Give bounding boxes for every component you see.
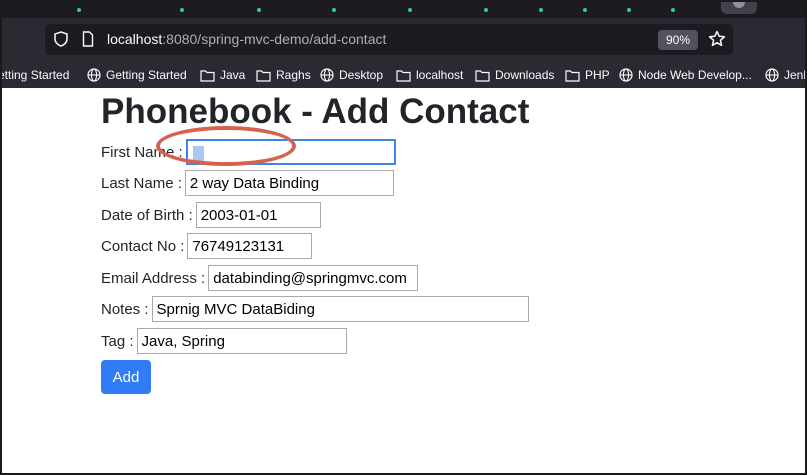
- date-of-birth-input[interactable]: [195, 202, 321, 228]
- page-title: Phonebook - Add Contact: [101, 92, 530, 131]
- bookmark-item[interactable]: Java: [200, 62, 245, 88]
- bookmark-item[interactable]: Getting Started: [87, 62, 187, 88]
- bookmark-label: PHP: [585, 68, 610, 82]
- globe-icon: [87, 68, 101, 82]
- globe-icon: [619, 68, 633, 82]
- bookmark-item[interactable]: etting Started: [0, 62, 70, 88]
- tag-input[interactable]: [136, 328, 347, 354]
- folder-icon: [565, 69, 580, 82]
- text-selection-highlight: [193, 146, 204, 163]
- screenshot-frame: localhost:8080/spring-mvc-demo/add-conta…: [0, 0, 807, 475]
- zoom-level-badge[interactable]: 90%: [658, 30, 698, 50]
- globe-icon: [765, 68, 779, 82]
- contact-no-label: Contact No :: [101, 237, 185, 255]
- url-path: :8080/spring-mvc-demo/add-contact: [162, 31, 387, 47]
- last-name-input[interactable]: [184, 170, 394, 196]
- shield-icon[interactable]: [54, 31, 68, 47]
- bookmark-item[interactable]: localhost: [396, 62, 463, 88]
- bookmark-label: Node Web Develop...: [638, 68, 752, 82]
- bookmark-label: etting Started: [0, 68, 70, 82]
- bookmark-label: Getting Started: [106, 68, 187, 82]
- bookmark-item[interactable]: Raghs: [256, 62, 311, 88]
- globe-icon: [320, 68, 334, 82]
- bookmark-star-icon[interactable]: [708, 30, 726, 48]
- email-label: Email Address :: [101, 269, 206, 287]
- folder-icon: [256, 69, 271, 82]
- tab-strip: [2, 2, 805, 18]
- email-input[interactable]: [208, 265, 419, 291]
- add-contact-form: Phonebook - Add Contact First Name : Las…: [101, 88, 801, 473]
- add-button[interactable]: Add: [101, 360, 151, 394]
- last-name-label: Last Name :: [101, 174, 182, 192]
- page-icon[interactable]: [82, 31, 94, 47]
- url-text[interactable]: localhost:8080/spring-mvc-demo/add-conta…: [107, 31, 386, 48]
- contact-no-input[interactable]: [187, 233, 313, 259]
- form-row-date-of-birth: Date of Birth :: [101, 202, 321, 228]
- bookmark-label: localhost: [416, 68, 464, 82]
- first-name-input[interactable]: [185, 139, 396, 165]
- notes-input[interactable]: [151, 296, 529, 322]
- first-name-label: First Name :: [101, 143, 183, 161]
- bookmark-item[interactable]: PHP: [565, 62, 610, 88]
- folder-icon: [200, 69, 215, 82]
- form-row-first-name: First Name :: [101, 139, 396, 165]
- bookmark-label: Java: [220, 68, 246, 82]
- bookmark-label: Jenk: [784, 68, 807, 82]
- form-row-tag: Tag :: [101, 328, 347, 354]
- folder-icon: [475, 69, 490, 82]
- bookmark-label: Desktop: [339, 68, 384, 82]
- folder-icon: [396, 69, 411, 82]
- bookmark-label: Raghs: [276, 68, 311, 82]
- bookmark-item[interactable]: Node Web Develop...: [619, 62, 752, 88]
- tag-label: Tag :: [101, 332, 134, 350]
- bookmark-item[interactable]: Jenk: [765, 62, 807, 88]
- bookmarks-toolbar: etting Started Getting Started Java Ragh…: [0, 62, 807, 88]
- bookmark-label: Downloads: [495, 68, 555, 82]
- date-of-birth-label: Date of Birth :: [101, 206, 193, 224]
- form-row-contact-no: Contact No :: [101, 233, 313, 259]
- notes-label: Notes :: [101, 300, 149, 318]
- bookmark-item[interactable]: Downloads: [475, 62, 554, 88]
- form-row-last-name: Last Name :: [101, 170, 394, 196]
- form-row-notes: Notes :: [101, 296, 529, 322]
- form-row-email: Email Address :: [101, 265, 419, 291]
- url-host: localhost: [107, 31, 163, 47]
- bookmark-item[interactable]: Desktop: [320, 62, 383, 88]
- tab-list-button[interactable]: [721, 2, 757, 14]
